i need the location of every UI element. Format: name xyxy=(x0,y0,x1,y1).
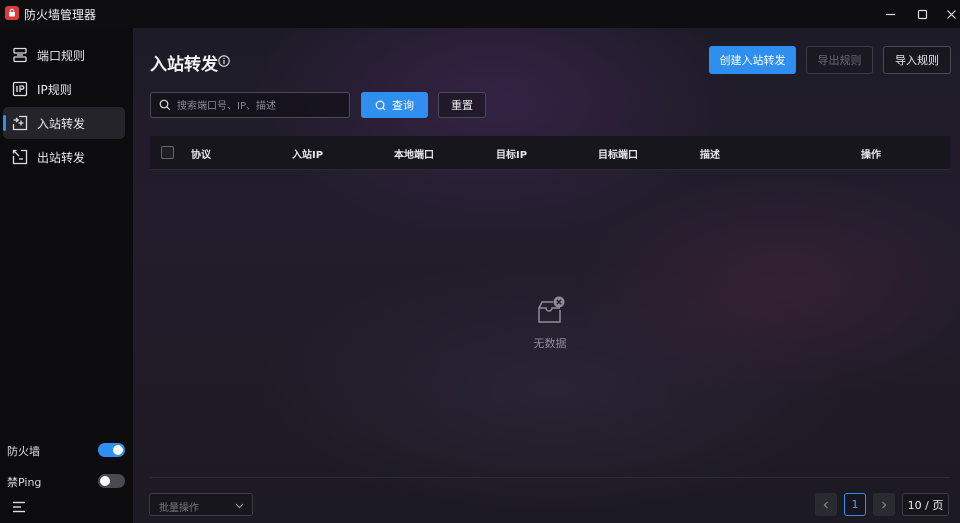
toggle-knob xyxy=(100,476,110,486)
app-title: 防火墙管理器 xyxy=(24,8,97,22)
create-inbound-forward-button[interactable]: 创建入站转发 xyxy=(709,46,796,74)
firewall-toggle-label: 防火墙 xyxy=(7,445,40,458)
search-field[interactable] xyxy=(150,92,350,118)
firewall-toggle[interactable] xyxy=(98,443,125,457)
batch-actions-select[interactable]: 批量操作 xyxy=(149,493,253,516)
search-input[interactable] xyxy=(175,96,349,116)
next-page-button[interactable] xyxy=(873,493,895,516)
column-header-protocol[interactable]: 协议 xyxy=(191,146,211,161)
title-bar: 防火墙管理器 xyxy=(0,0,960,28)
page-number-button[interactable]: 1 xyxy=(844,493,866,516)
chevron-left-icon xyxy=(823,501,828,508)
column-header-description[interactable]: 描述 xyxy=(700,146,720,161)
column-header-target-port[interactable]: 目标端口 xyxy=(598,146,638,161)
column-header-actions: 操作 xyxy=(861,150,881,161)
no-data-icon xyxy=(538,296,565,323)
search-icon xyxy=(159,99,171,111)
close-icon xyxy=(946,9,956,19)
server-icon xyxy=(12,47,28,63)
export-rules-button[interactable]: 导出规则 xyxy=(806,46,873,74)
maximize-button[interactable] xyxy=(912,4,932,24)
menu-icon[interactable] xyxy=(11,499,27,515)
reset-button[interactable]: 重置 xyxy=(438,92,486,118)
main-content: 入站转发 创建入站转发 导出规则 导入规则 查询 重置 协议 入站IP 本地端口… xyxy=(133,28,960,523)
page-size-select[interactable]: 10 / 页 xyxy=(902,493,949,516)
sidebar-item-label: IP规则 xyxy=(37,83,72,97)
table-body: 无数据 xyxy=(150,169,950,478)
block-ping-toggle-row: 禁Ping xyxy=(0,471,133,491)
chevron-right-icon xyxy=(882,501,887,508)
close-button[interactable] xyxy=(941,4,960,24)
sidebar-item-label: 端口规则 xyxy=(37,49,86,63)
select-all-checkbox[interactable] xyxy=(161,146,174,159)
prev-page-button[interactable] xyxy=(815,493,837,516)
info-icon[interactable] xyxy=(218,55,230,67)
sidebar-item-port-rules[interactable]: 端口规则 xyxy=(3,39,125,71)
sidebar-item-ip-rules[interactable]: IP规则 xyxy=(3,73,125,105)
column-header-inbound-ip[interactable]: 入站IP xyxy=(292,146,323,161)
query-button[interactable]: 查询 xyxy=(361,92,428,118)
ip-icon xyxy=(12,81,28,97)
block-ping-toggle[interactable] xyxy=(98,474,125,488)
column-header-target-ip[interactable]: 目标IP xyxy=(496,146,527,161)
minimize-button[interactable] xyxy=(880,4,900,24)
minimize-icon xyxy=(885,13,895,15)
table-header: 协议 入站IP 本地端口 目标IP 目标端口 描述 操作 xyxy=(150,136,950,170)
column-header-local-port[interactable]: 本地端口 xyxy=(394,146,434,161)
empty-state-text: 无数据 xyxy=(533,337,567,350)
chevron-down-icon xyxy=(235,503,244,509)
firewall-toggle-row: 防火墙 xyxy=(0,440,133,460)
shield-icon xyxy=(5,6,19,20)
outbound-forward-icon xyxy=(12,149,28,165)
sidebar-item-inbound-forward[interactable]: 入站转发 xyxy=(3,107,125,139)
inbound-forward-icon xyxy=(12,115,28,131)
sidebar-item-label: 入站转发 xyxy=(37,117,86,131)
sidebar-item-label: 出站转发 xyxy=(37,151,86,165)
block-ping-toggle-label: 禁Ping xyxy=(7,476,42,489)
sidebar: 端口规则 IP规则 入站转发 出站转发 防火墙 禁Ping xyxy=(0,28,133,523)
sidebar-item-outbound-forward[interactable]: 出站转发 xyxy=(3,141,125,173)
active-indicator xyxy=(3,115,6,131)
toggle-knob xyxy=(113,445,123,455)
batch-actions-label: 批量操作 xyxy=(159,503,199,514)
maximize-icon xyxy=(917,9,927,19)
query-button-label: 查询 xyxy=(392,99,414,112)
import-rules-button[interactable]: 导入规则 xyxy=(883,46,951,74)
search-icon xyxy=(375,100,386,110)
page-title: 入站转发 xyxy=(150,55,218,75)
